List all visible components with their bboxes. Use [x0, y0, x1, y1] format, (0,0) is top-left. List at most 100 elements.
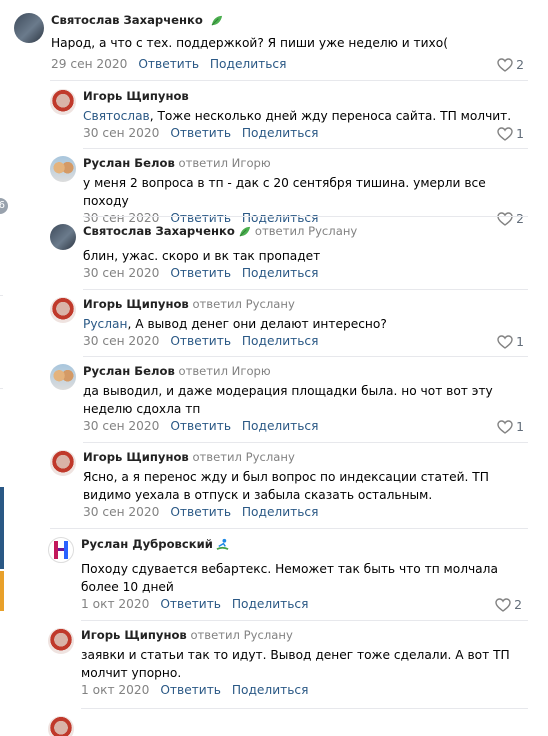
- comment-meta: 30 сен 2020 Ответить Поделиться 1: [83, 419, 524, 436]
- avatar[interactable]: [50, 364, 76, 390]
- reply-to-label[interactable]: ответил Руслану: [192, 450, 294, 464]
- avatar[interactable]: [50, 297, 76, 323]
- avatar[interactable]: [48, 628, 74, 654]
- reply-button[interactable]: Ответить: [170, 266, 231, 280]
- surfer-icon: [216, 538, 229, 550]
- leaf-icon: [211, 15, 222, 26]
- share-button[interactable]: Поделиться: [242, 419, 319, 433]
- comment-text: Ясно, а я перенос жду и был вопрос по ин…: [83, 470, 489, 502]
- reply-button[interactable]: Ответить: [160, 597, 221, 611]
- reply-to-label[interactable]: ответил Руслану: [192, 297, 294, 311]
- comment-date[interactable]: 1 окт 2020: [81, 597, 149, 611]
- share-button[interactable]: Поделиться: [242, 334, 319, 348]
- separator: [50, 80, 528, 81]
- reply-to-label[interactable]: ответил Руслану: [190, 628, 292, 642]
- reply-button[interactable]: Ответить: [160, 683, 221, 697]
- like-count: 1: [516, 334, 524, 349]
- separator: [83, 216, 528, 217]
- share-button[interactable]: Поделиться: [232, 597, 309, 611]
- comment-text: , Тоже несколько дней жду переноса сайта…: [149, 109, 512, 123]
- comment-author[interactable]: Игорь Щипунов: [83, 89, 189, 103]
- separator: [83, 442, 528, 443]
- heart-icon: [495, 598, 511, 612]
- comment-author[interactable]: Руслан Дубровский: [81, 537, 213, 551]
- avatar[interactable]: [50, 224, 76, 250]
- comment-author[interactable]: Святослав Захарченко: [83, 224, 235, 238]
- reply-to-label[interactable]: ответил Руслану: [255, 224, 357, 238]
- reply-to-label[interactable]: ответил Игорю: [178, 156, 270, 170]
- like-button[interactable]: 1: [497, 334, 524, 349]
- separator: [83, 289, 528, 290]
- comment-meta: 30 сен 2020 Ответить Поделиться 1: [83, 126, 524, 143]
- comment-author[interactable]: Игорь Щипунов: [81, 628, 187, 642]
- comment-author[interactable]: Святослав Захарченко: [51, 13, 203, 27]
- avatar[interactable]: [50, 450, 76, 476]
- separator: [50, 528, 528, 529]
- comment-date[interactable]: 30 сен 2020: [83, 334, 159, 348]
- comment-author[interactable]: Игорь Щипунов: [83, 297, 189, 311]
- like-count: 1: [516, 419, 524, 434]
- reply-button[interactable]: Ответить: [170, 334, 231, 348]
- reply-button[interactable]: Ответить: [170, 419, 231, 433]
- comment-date[interactable]: 29 сен 2020: [51, 57, 127, 71]
- like-button[interactable]: 2: [497, 57, 524, 72]
- share-button[interactable]: Поделиться: [232, 683, 309, 697]
- heart-icon: [497, 420, 513, 434]
- comment-date[interactable]: 30 сен 2020: [83, 419, 159, 433]
- comment-author[interactable]: Руслан Белов: [83, 156, 175, 170]
- edge-divider: [0, 388, 3, 389]
- like-button[interactable]: 1: [497, 126, 524, 141]
- reply-button[interactable]: Ответить: [138, 57, 199, 71]
- comment-text: блин, ужас. скоро и вк так пропадет: [83, 249, 321, 263]
- reply-button[interactable]: Ответить: [170, 126, 231, 140]
- like-count: 2: [516, 57, 524, 72]
- avatar[interactable]: [14, 13, 44, 43]
- share-button[interactable]: Поделиться: [210, 57, 287, 71]
- left-edge-strip: 6: [0, 0, 8, 736]
- logo-mark-icon: [54, 541, 68, 559]
- leaf-icon: [239, 226, 250, 237]
- share-button[interactable]: Поделиться: [242, 266, 319, 280]
- like-button[interactable]: 2: [495, 597, 522, 612]
- heart-icon: [497, 127, 513, 141]
- share-button[interactable]: Поделиться: [242, 505, 319, 519]
- heart-icon: [497, 58, 513, 72]
- reply-button[interactable]: Ответить: [170, 211, 231, 225]
- comment-date[interactable]: 30 сен 2020: [83, 266, 159, 280]
- avatar[interactable]: [48, 537, 74, 563]
- comment-author[interactable]: Игорь Щипунов: [83, 450, 189, 464]
- comment-meta: 30 сен 2020 Ответить Поделиться: [83, 505, 524, 522]
- comment-meta: 30 сен 2020 Ответить Поделиться: [83, 266, 524, 283]
- reply-button[interactable]: Ответить: [170, 505, 231, 519]
- comment-date[interactable]: 30 сен 2020: [83, 211, 159, 225]
- edge-divider: [0, 295, 3, 296]
- separator: [83, 356, 528, 357]
- comment-text: заявки и статьи так то идут. Вывод денег…: [81, 648, 510, 680]
- comment-text: да выводил, и даже модерация площадки бы…: [83, 384, 493, 416]
- avatar[interactable]: [50, 156, 76, 182]
- like-count: 2: [514, 597, 522, 612]
- comment-text: Народ, а что с тех. поддержкой? Я пиши у…: [51, 36, 448, 50]
- reply-to-label[interactable]: ответил Игорю: [178, 364, 270, 378]
- like-button[interactable]: 1: [497, 419, 524, 434]
- avatar[interactable]: [50, 89, 76, 115]
- comment-date[interactable]: 30 сен 2020: [83, 505, 159, 519]
- comment-author[interactable]: Руслан Белов: [83, 364, 175, 378]
- edge-accent-blue: [0, 487, 4, 569]
- share-button[interactable]: Поделиться: [242, 211, 319, 225]
- comment-text: , А вывод денег они делают интересно?: [127, 317, 387, 331]
- comment-date[interactable]: 30 сен 2020: [83, 126, 159, 140]
- share-button[interactable]: Поделиться: [242, 126, 319, 140]
- comment-meta: 30 сен 2020 Ответить Поделиться 1: [83, 334, 524, 351]
- mention-link[interactable]: Руслан: [83, 317, 128, 331]
- avatar-partial: [48, 716, 74, 736]
- comment-text: у меня 2 вопроса в тп - дак с 20 сентябр…: [83, 176, 486, 208]
- comment-date[interactable]: 1 окт 2020: [81, 683, 149, 697]
- edge-accent-orange: [0, 571, 4, 611]
- mention-link[interactable]: Святослав: [83, 109, 150, 123]
- counter-badge: 6: [0, 198, 8, 214]
- comment-text: Походу сдувается вебартекс. Неможет так …: [81, 562, 498, 594]
- comment-meta: 1 окт 2020 Ответить Поделиться 2: [81, 597, 522, 614]
- like-count: 1: [516, 126, 524, 141]
- separator: [83, 148, 528, 149]
